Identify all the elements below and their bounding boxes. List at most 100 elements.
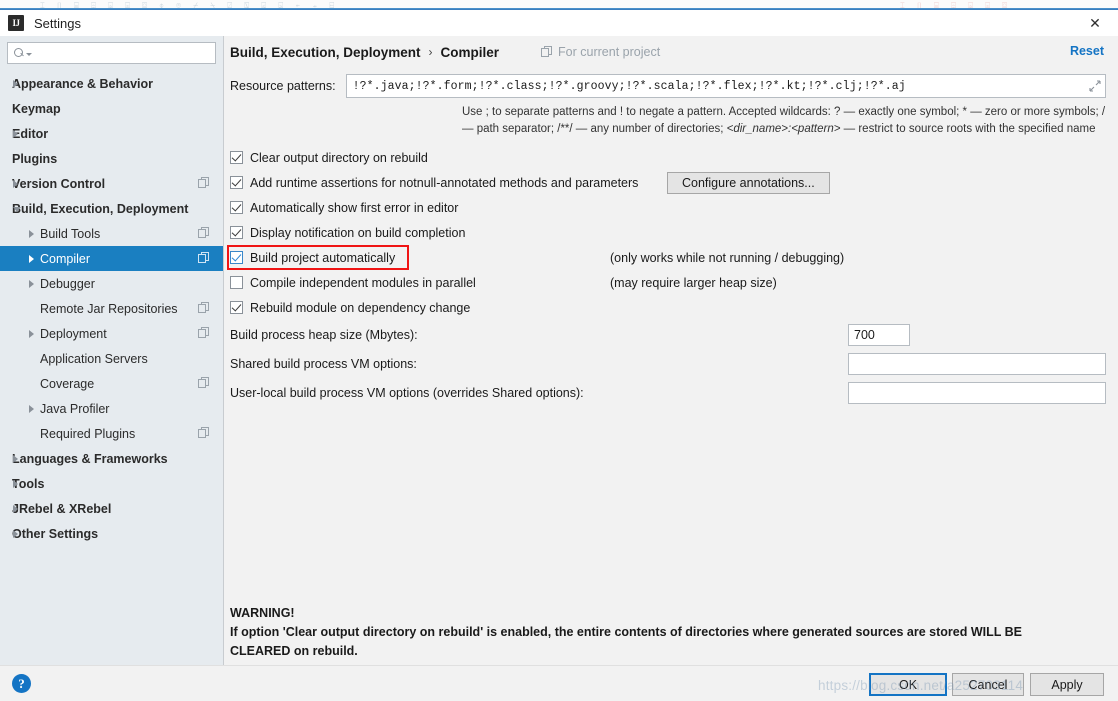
checkbox-automatically-show-first-error-in-editor[interactable]: [230, 201, 243, 215]
ok-button[interactable]: OK: [869, 673, 947, 696]
copy-icon: [198, 427, 209, 439]
checkbox-note: (may require larger heap size): [610, 275, 777, 290]
resource-patterns-input[interactable]: [346, 79, 1086, 93]
compiler-fields-group: Build process heap size (Mbytes): Shared …: [224, 320, 1118, 407]
copy-icon: [198, 227, 209, 239]
field-row-user-local-build-process-vm-options-overrides-shared-options: User-local build process VM options (ove…: [224, 378, 1118, 407]
chevron-right-icon[interactable]: [29, 279, 34, 288]
sidebar-item-required-plugins[interactable]: Required Plugins: [0, 421, 223, 446]
field-label: Build process heap size (Mbytes):: [230, 327, 418, 342]
copy-icon: [198, 252, 209, 264]
search-dropdown-caret-icon[interactable]: [26, 52, 32, 56]
sidebar-item-label: Application Servers: [40, 351, 148, 366]
checkbox-clear-output-directory-on-rebuild[interactable]: [230, 151, 243, 165]
checkbox-build-project-automatically[interactable]: [230, 251, 243, 265]
sidebar-item-plugins[interactable]: Plugins: [0, 146, 223, 171]
sidebar-item-compiler[interactable]: Compiler: [0, 246, 223, 271]
chevron-right-icon[interactable]: [13, 129, 18, 138]
checkbox-row-add-runtime-assertions-for-notnull-annotated-methods-and-parameters[interactable]: Add runtime assertions for notnull-annot…: [224, 170, 1118, 195]
search-container: [0, 36, 223, 71]
apply-button[interactable]: Apply: [1030, 673, 1104, 696]
sidebar-item-other-settings[interactable]: Other Settings: [0, 521, 223, 546]
scope-label: For current project: [558, 45, 661, 59]
sidebar-item-label: Compiler: [40, 251, 91, 266]
warning-text: If option 'Clear output directory on reb…: [230, 624, 1022, 658]
cancel-button[interactable]: Cancel: [952, 673, 1024, 696]
sidebar-item-deployment[interactable]: Deployment: [0, 321, 223, 346]
field-input-user-local-build-process-vm-options-overrides-shared-options[interactable]: [848, 381, 1106, 404]
expand-icon[interactable]: [1086, 75, 1104, 97]
chevron-right-icon[interactable]: [13, 479, 18, 488]
sidebar-item-label: Plugins: [12, 151, 58, 166]
sidebar-item-label: Other Settings: [12, 526, 99, 541]
checkbox-row-compile-independent-modules-in-parallel[interactable]: Compile independent modules in parallel (…: [224, 270, 1118, 295]
help-icon[interactable]: ?: [12, 674, 31, 693]
chevron-right-icon[interactable]: [13, 504, 18, 513]
help-line-2b: <dir_name>:<pattern>: [726, 122, 841, 135]
chevron-right-icon[interactable]: [13, 79, 18, 88]
search-input[interactable]: [36, 46, 215, 60]
checkbox-row-rebuild-module-on-dependency-change[interactable]: Rebuild module on dependency change: [224, 295, 1118, 320]
chevron-right-icon[interactable]: [13, 454, 18, 463]
sidebar-item-java-profiler[interactable]: Java Profiler: [0, 396, 223, 421]
settings-tree: Appearance & Behavior Keymap Editor Plugins…: [0, 71, 223, 546]
sidebar-item-version-control[interactable]: Version Control: [0, 171, 223, 196]
sidebar-item-coverage[interactable]: Coverage: [0, 371, 223, 396]
close-icon[interactable]: ✕: [1072, 10, 1118, 36]
reset-link[interactable]: Reset: [1070, 44, 1104, 58]
checkbox-row-clear-output-directory-on-rebuild[interactable]: Clear output directory on rebuild: [224, 145, 1118, 170]
sidebar-item-jrebel-xrebel[interactable]: JRebel & XRebel: [0, 496, 223, 521]
checkbox-label: Clear output directory on rebuild: [250, 150, 428, 165]
checkbox-label: Automatically show first error in editor: [250, 200, 459, 215]
chevron-right-icon[interactable]: [29, 404, 34, 413]
chevron-right-icon[interactable]: [29, 329, 34, 338]
sidebar-item-editor[interactable]: Editor: [0, 121, 223, 146]
field-input-shared-build-process-vm-options[interactable]: [848, 352, 1106, 375]
chevron-right-icon[interactable]: [13, 529, 18, 538]
chevron-right-icon[interactable]: [29, 229, 34, 238]
sidebar-item-tools[interactable]: Tools: [0, 471, 223, 496]
breadcrumb-root[interactable]: Build, Execution, Deployment: [230, 45, 421, 60]
field-label: Shared build process VM options:: [230, 356, 417, 371]
sidebar-item-appearance-behavior[interactable]: Appearance & Behavior: [0, 71, 223, 96]
background-window-sliver: ⌶ ⌷ ⌸ ⌹ ⌺ ⌻ ⌼ ⌽ ⌾ ⌿ ⍀ ⍁ ⍂ ⍃ ⍄ ⍅ ⍆ ⍇ ⌶ ⌷ …: [0, 0, 1118, 9]
checkbox-compile-independent-modules-in-parallel[interactable]: [230, 276, 243, 290]
sidebar-item-label: Build, Execution, Deployment: [12, 201, 189, 216]
sidebar-item-label: Languages & Frameworks: [12, 451, 168, 466]
sidebar-item-application-servers[interactable]: Application Servers: [0, 346, 223, 371]
sidebar-item-debugger[interactable]: Debugger: [0, 271, 223, 296]
checkbox-row-display-notification-on-build-completion[interactable]: Display notification on build completion: [224, 220, 1118, 245]
configure-annotations-button[interactable]: Configure annotations...: [667, 172, 830, 195]
checkbox-rebuild-module-on-dependency-change[interactable]: [230, 301, 243, 315]
copy-icon: [541, 46, 553, 58]
field-input-build-process-heap-size-mbytes[interactable]: [848, 323, 910, 346]
checkbox-add-runtime-assertions-for-notnull-annotated-methods-and-parameters[interactable]: [230, 176, 243, 190]
sidebar-item-languages-frameworks[interactable]: Languages & Frameworks: [0, 446, 223, 471]
breadcrumb-separator-icon: ›: [428, 45, 433, 59]
sidebar-item-label: Version Control: [12, 176, 106, 191]
checkbox-label: Compile independent modules in parallel: [250, 275, 476, 290]
help-line-2a: separator; /**/ — any number of director…: [502, 122, 727, 135]
copy-icon: [198, 177, 209, 189]
chevron-right-icon[interactable]: [13, 179, 18, 188]
checkbox-display-notification-on-build-completion[interactable]: [230, 226, 243, 240]
checkbox-row-automatically-show-first-error-in-editor[interactable]: Automatically show first error in editor: [224, 195, 1118, 220]
sidebar-item-label: Build Tools: [40, 226, 101, 241]
chevron-right-icon[interactable]: [29, 254, 34, 263]
copy-icon: [198, 377, 209, 389]
checkbox-row-build-project-automatically[interactable]: Build project automatically (only works w…: [224, 245, 1118, 271]
window-body: Appearance & Behavior Keymap Editor Plugins…: [0, 36, 1118, 676]
sidebar-item-remote-jar-repositories[interactable]: Remote Jar Repositories: [0, 296, 223, 321]
sidebar-item-keymap[interactable]: Keymap: [0, 96, 223, 121]
chevron-down-icon[interactable]: [13, 207, 21, 212]
sidebar-item-label: Coverage: [40, 376, 95, 391]
resource-patterns-row: Resource patterns:: [224, 74, 1118, 98]
search-box[interactable]: [7, 42, 216, 64]
sidebar-item-build-tools[interactable]: Build Tools: [0, 221, 223, 246]
resource-patterns-field[interactable]: [345, 74, 1106, 98]
sidebar-item-build-execution-deployment[interactable]: Build, Execution, Deployment: [0, 196, 223, 221]
checkbox-label: Display notification on build completion: [250, 225, 466, 240]
warning-block: WARNING! If option 'Clear output directo…: [230, 604, 1058, 660]
checkbox-label: Build project automatically: [250, 250, 396, 265]
sidebar-item-label: Keymap: [12, 101, 61, 116]
